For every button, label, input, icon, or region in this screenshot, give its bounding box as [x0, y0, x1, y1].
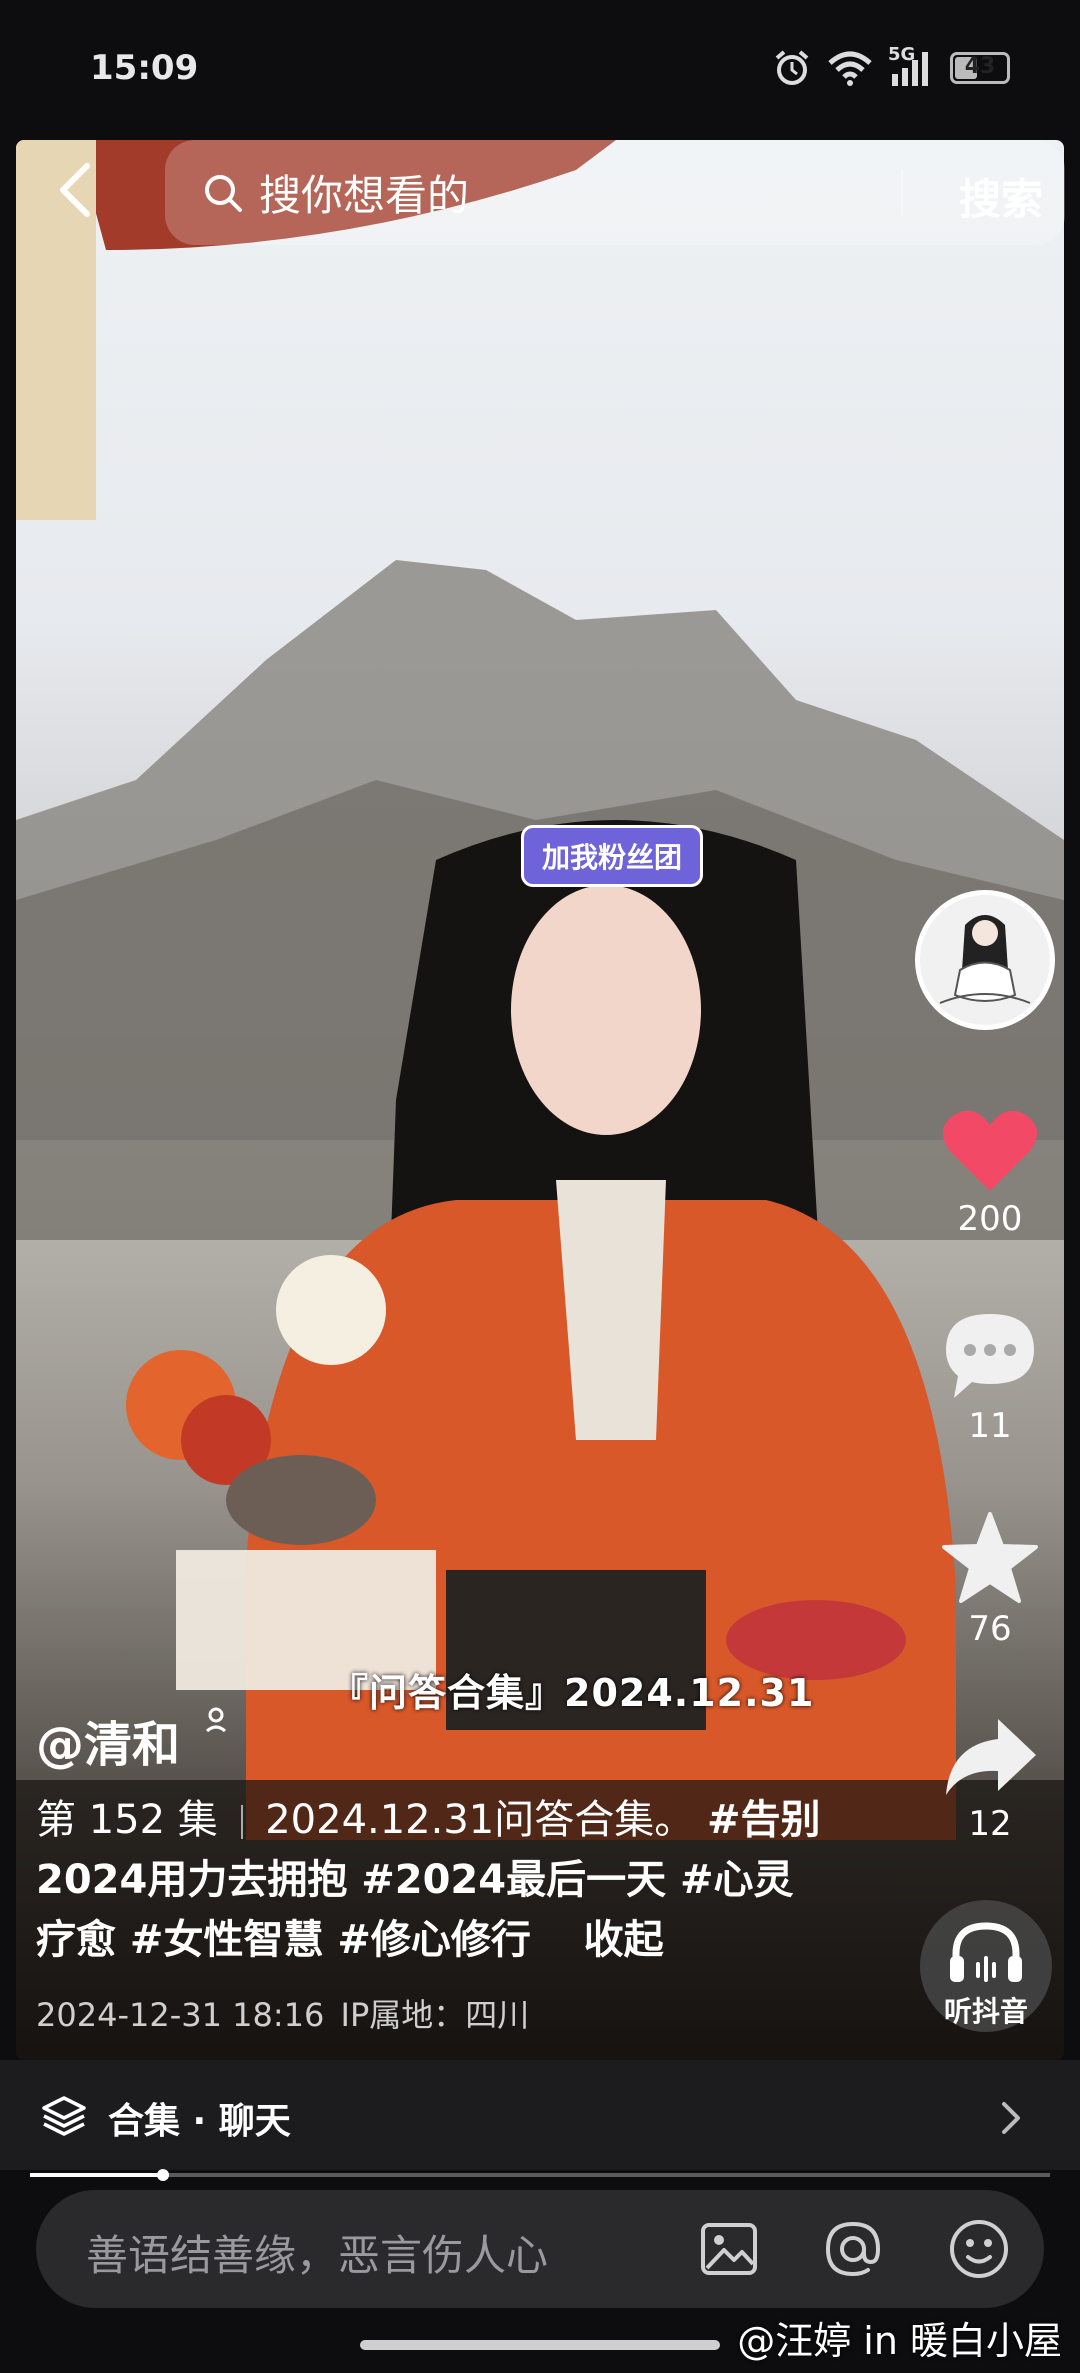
status-icons: 5G 43 [772, 44, 1010, 88]
comment-count: 11 [968, 1406, 1012, 1446]
search-divider [901, 170, 903, 215]
image-icon[interactable] [698, 2218, 760, 2280]
post-title: 2024.12.31问答合集。 [265, 1797, 695, 1843]
comment-bubble-icon [946, 1314, 1034, 1398]
home-indicator[interactable] [360, 2340, 720, 2350]
battery-level: 43 [964, 54, 996, 79]
comment-button[interactable]: 11 [920, 1310, 1060, 1446]
signal-icon: 5G [888, 44, 936, 88]
heart-icon [942, 1110, 1038, 1191]
video-progress-bar[interactable] [30, 2173, 1050, 2177]
author-name[interactable]: @清和 [36, 1705, 229, 1775]
fan-group-sticker[interactable]: 加我粉丝团 [521, 825, 704, 887]
like-button[interactable]: 200 [920, 1105, 1060, 1239]
emoji-icon[interactable] [946, 2216, 1012, 2282]
share-button[interactable]: 12 [920, 1715, 1060, 1844]
share-arrow-icon [946, 1719, 1036, 1795]
chevron-left-icon [60, 163, 90, 217]
layers-icon [42, 2096, 86, 2136]
progress-knob[interactable] [156, 2169, 169, 2181]
wifi-icon [828, 51, 872, 86]
chevron-right-icon[interactable] [996, 2098, 1024, 2138]
avatar-image [939, 915, 1031, 1004]
search-button[interactable]: 搜索 [959, 166, 1043, 227]
favorite-button[interactable]: 76 [920, 1510, 1060, 1649]
headphones-icon [950, 1922, 1022, 1982]
post-datetime: 2024-12-31 18:16 [36, 1996, 325, 2034]
listen-label: 听抖音 [943, 1995, 1028, 2028]
search-bar[interactable]: 搜你想看的 搜索 [165, 140, 1065, 245]
post-meta: 2024-12-31 18:16 IP属地：四川 [36, 1990, 529, 2036]
post-caption: 第 152 集 2024.12.31问答合集。 #告别2024用力去拥抱 #20… [36, 1790, 826, 1970]
author-handle[interactable]: @清和 [36, 1717, 180, 1773]
star-icon [942, 1512, 1038, 1603]
user-badge-icon [205, 1707, 226, 1733]
share-count: 12 [968, 1804, 1012, 1844]
caption-divider [240, 1805, 243, 1839]
watermark: @汪婷 in 暖白小屋 [737, 2319, 1062, 2363]
video-subtitle: 『问答合集』2024.12.31 [330, 1671, 815, 1715]
collapse-button[interactable]: 收起 [584, 1917, 664, 1963]
search-input[interactable]: 搜你想看的 [259, 162, 469, 223]
like-count: 200 [957, 1199, 1023, 1239]
back-button[interactable] [40, 150, 110, 230]
mention-icon[interactable] [820, 2216, 886, 2282]
battery-icon: 43 [950, 52, 1010, 84]
progress-fill [30, 2173, 163, 2177]
alarm-icon [775, 50, 809, 85]
favorite-count: 76 [968, 1609, 1012, 1649]
comment-input[interactable]: 善语结善缘，恶言伤人心 [86, 2222, 548, 2283]
ip-location: IP属地：四川 [340, 1996, 530, 2034]
collection-label[interactable]: 合集 · 聊天 [108, 2092, 291, 2144]
search-icon [205, 174, 242, 212]
creator-avatar[interactable] [915, 890, 1055, 1030]
status-time: 15:09 [90, 48, 199, 88]
episode-number[interactable]: 第 152 集 [36, 1797, 218, 1843]
